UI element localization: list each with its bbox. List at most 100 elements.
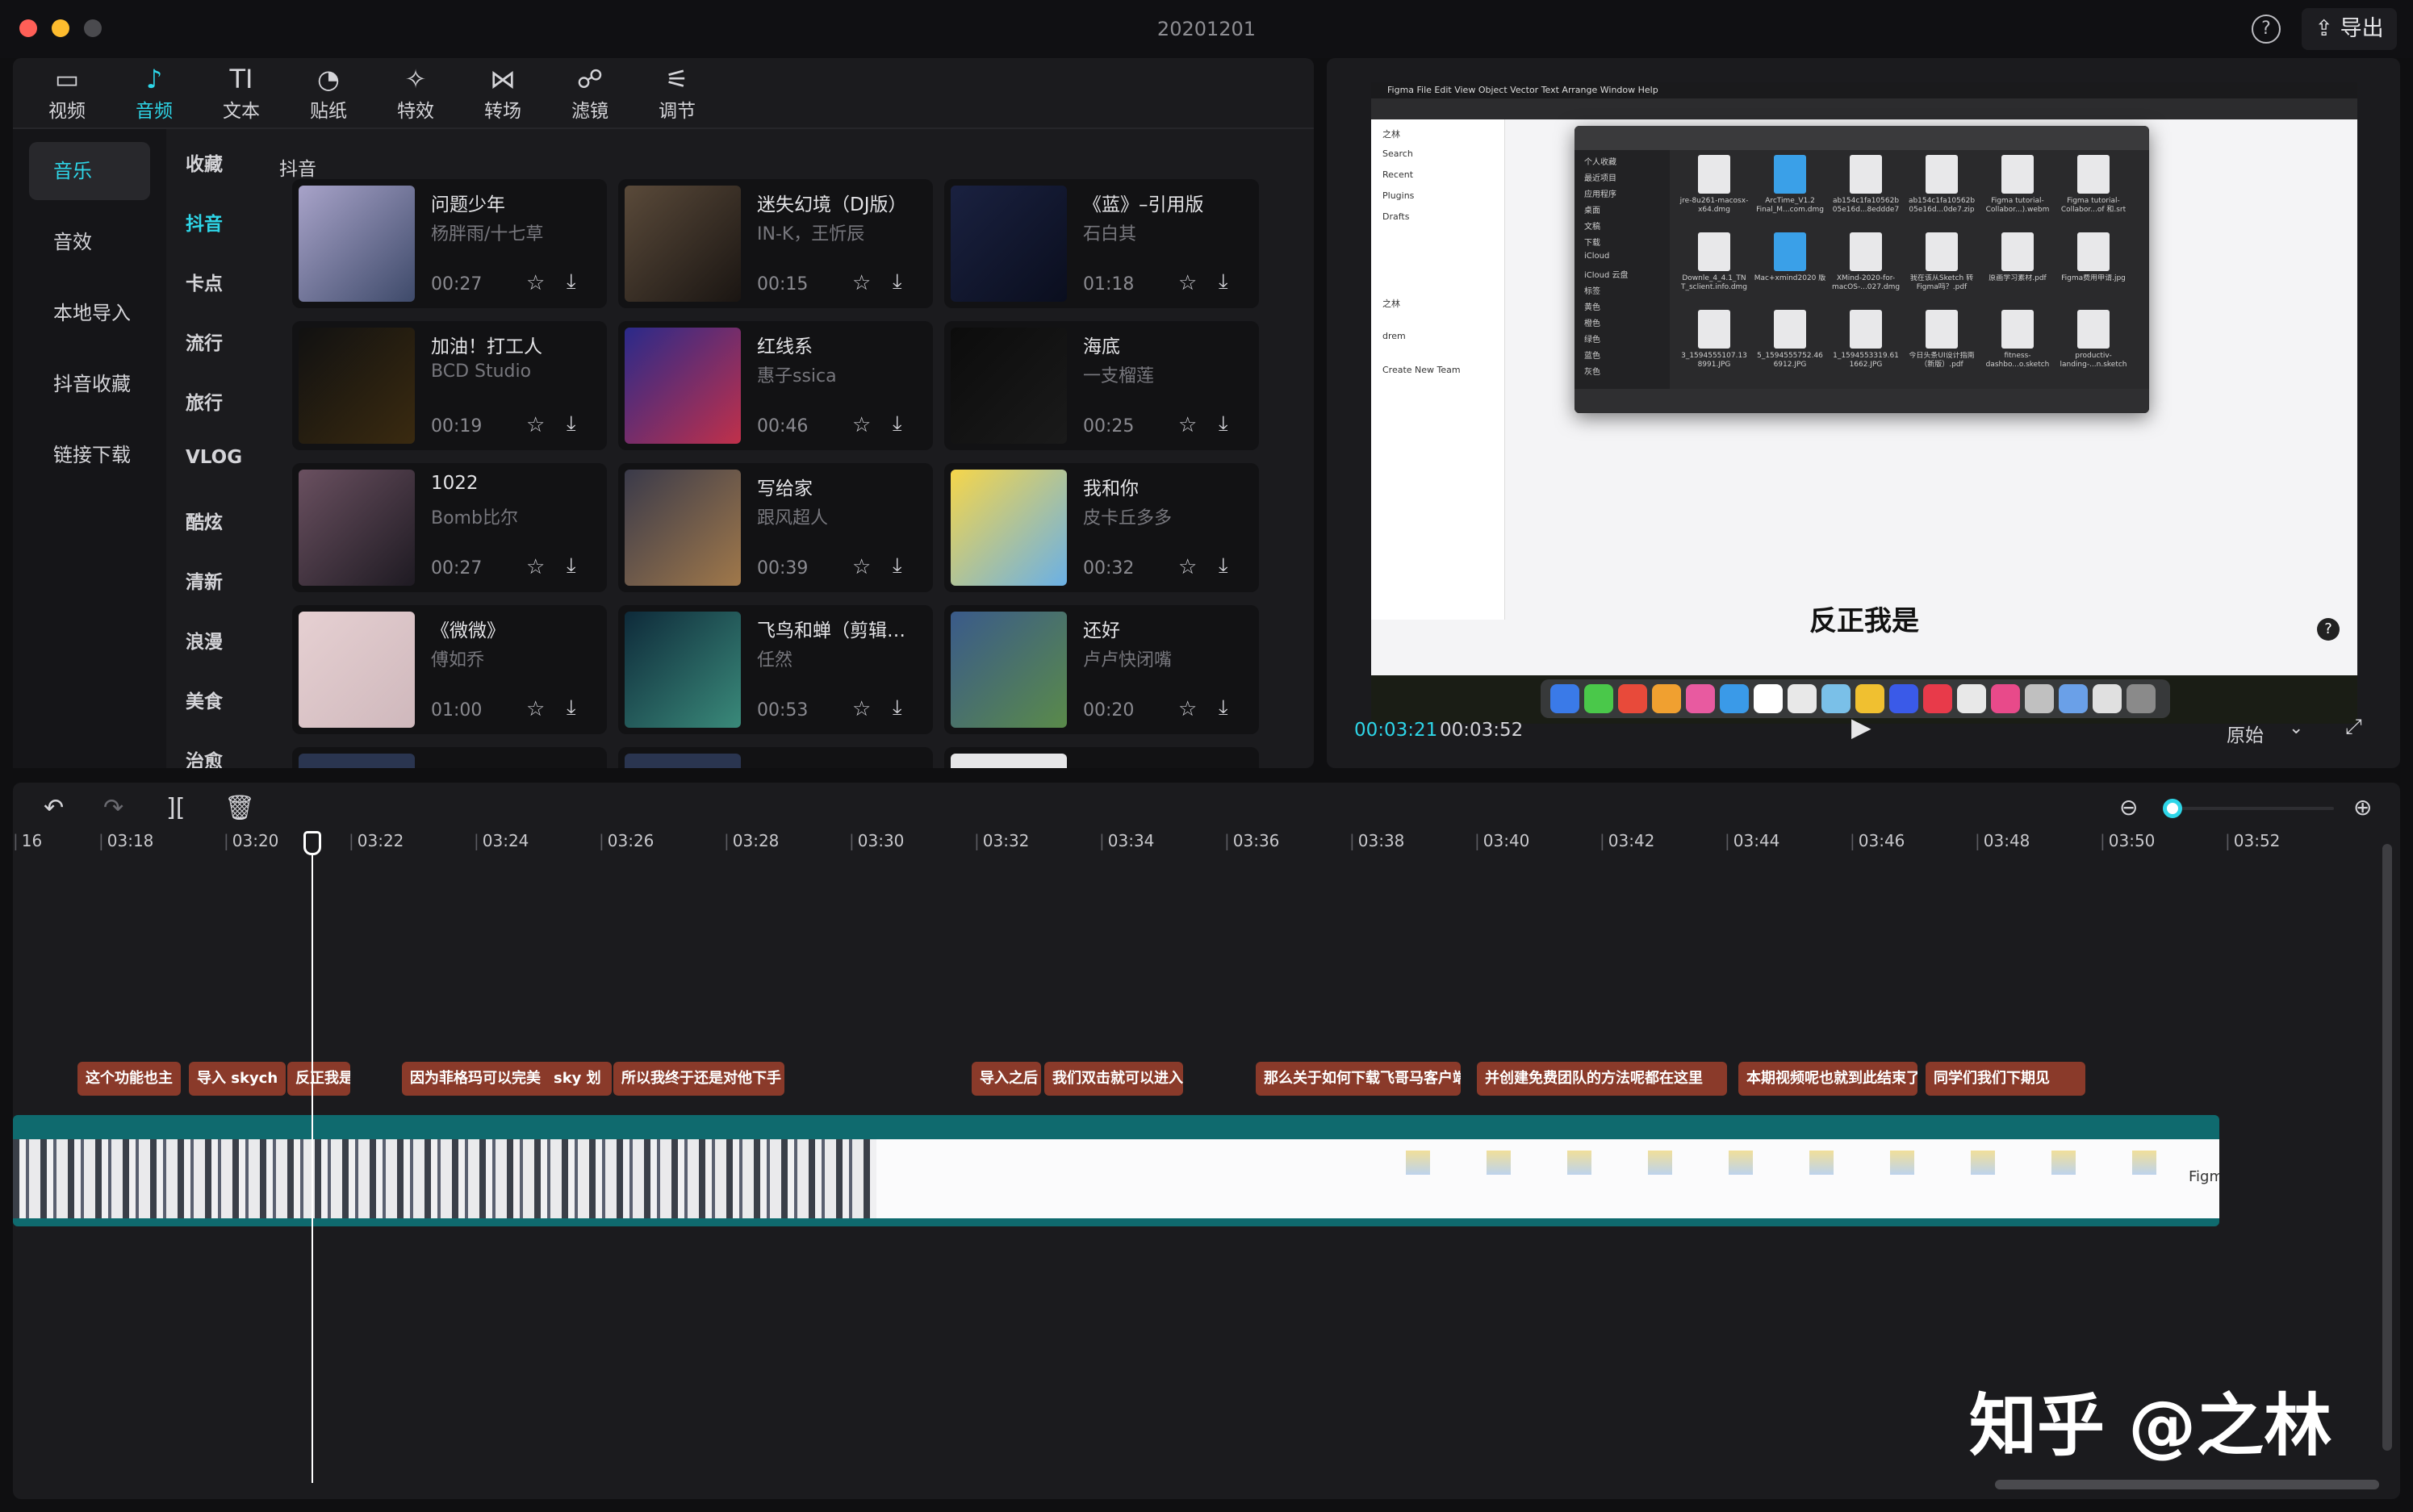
song-card[interactable]: 《微微》 傅如乔 01:00 ☆ ⤓ xyxy=(292,605,607,734)
download-icon[interactable]: ⤓ xyxy=(1219,553,1228,578)
subtitle-clip[interactable]: 并创建免费团队的方法呢都在这里 xyxy=(1477,1062,1727,1096)
download-icon[interactable]: ⤓ xyxy=(1219,411,1228,436)
zoom-in-icon[interactable]: ⊕ xyxy=(2353,794,2372,821)
song-card[interactable]: 迷失幻境（DJ版） IN-K，王忻辰 00:15 ☆ ⤓ xyxy=(618,179,933,308)
subtitle-clip[interactable]: 所以我终于还是对他下手 xyxy=(613,1062,784,1096)
category-item[interactable]: 流行 xyxy=(186,328,223,355)
download-icon[interactable]: ⤓ xyxy=(893,553,902,578)
horizontal-scrollbar[interactable] xyxy=(1995,1480,2379,1489)
subtitle-clip[interactable]: sky 划 xyxy=(546,1062,612,1096)
download-icon[interactable]: ⤓ xyxy=(567,269,576,294)
tab-text[interactable]: TI 文本 xyxy=(205,65,278,123)
nav-item[interactable]: 本地导入 xyxy=(29,284,150,342)
export-button[interactable]: ⇪ 导出 xyxy=(2302,8,2397,50)
song-card[interactable]: 我和你 皮卡丘多多 00:32 ☆ ⤓ xyxy=(944,463,1259,592)
time-ruler[interactable]: 16 03:18 03:20 03:22 03:24 03:26 03:28 03:30 03:… xyxy=(13,831,2386,863)
download-icon[interactable]: ⤓ xyxy=(893,269,902,294)
category-item[interactable]: 抖音 xyxy=(186,208,223,236)
star-icon[interactable]: ☆ xyxy=(852,413,871,437)
subtitle-clip[interactable]: 我们双击就可以进入 xyxy=(1044,1062,1183,1096)
song-card[interactable]: 飞鸟和蝉（剪辑… 任然 00:53 ☆ ⤓ xyxy=(618,605,933,734)
download-icon[interactable]: ⤓ xyxy=(567,553,576,578)
star-icon[interactable]: ☆ xyxy=(526,271,545,295)
play-icon[interactable]: ▶ xyxy=(1851,712,1871,742)
finder-file: 1_1594553319.61 1662.JPG xyxy=(1830,308,1902,381)
download-icon[interactable]: ⤓ xyxy=(893,695,902,720)
zoom-slider[interactable] xyxy=(2166,807,2334,810)
tab-adjust[interactable]: ⚟ 调节 xyxy=(641,65,713,123)
nav-item[interactable]: 音乐 xyxy=(29,142,150,200)
subtitle-clip[interactable]: 同学们我们下期见 xyxy=(1926,1062,2085,1096)
tab-sparkle[interactable]: ✧ 特效 xyxy=(379,65,452,123)
playhead[interactable] xyxy=(312,833,313,1483)
subtitle-clip[interactable]: 本期视频呢也就到此结束了 xyxy=(1738,1062,1917,1096)
nav-item[interactable]: 链接下载 xyxy=(29,426,150,484)
chevron-down-icon[interactable]: ⌄ xyxy=(2289,718,2303,738)
video-clip[interactable]: Figm xyxy=(13,1115,2219,1226)
tab-transition[interactable]: ⋈ 转场 xyxy=(466,65,539,123)
category-item[interactable]: 美食 xyxy=(186,686,223,713)
category-item[interactable]: 清新 xyxy=(186,566,223,594)
tab-video[interactable]: ▭ 视频 xyxy=(31,65,103,123)
song-card[interactable]: 1022 Bomb比尔 00:27 ☆ ⤓ xyxy=(292,463,607,592)
download-icon[interactable]: ⤓ xyxy=(1219,269,1228,294)
subtitle-clip[interactable]: 反正我是 xyxy=(287,1062,350,1096)
aspect-ratio-select[interactable]: 原始 xyxy=(2227,720,2264,747)
fullscreen-icon[interactable]: ⤢ xyxy=(2345,715,2362,740)
song-card[interactable]: 写给家 跟风超人 00:39 ☆ ⤓ xyxy=(618,463,933,592)
subtitle-clip[interactable]: 那么关于如何下载飞哥马客户端 xyxy=(1256,1062,1461,1096)
song-card[interactable] xyxy=(618,747,933,768)
song-card[interactable]: 问题少年 杨胖雨/十七草 00:27 ☆ ⤓ xyxy=(292,179,607,308)
song-card[interactable] xyxy=(944,747,1259,768)
star-icon[interactable]: ☆ xyxy=(852,697,871,721)
tab-sticker[interactable]: ◔ 贴纸 xyxy=(292,65,365,123)
song-card[interactable]: 《蓝》–引用版 石白其 01:18 ☆ ⤓ xyxy=(944,179,1259,308)
category-item[interactable]: 浪漫 xyxy=(186,626,223,654)
star-icon[interactable]: ☆ xyxy=(526,413,545,437)
category-item[interactable]: 旅行 xyxy=(186,387,223,415)
split-icon[interactable]: ][ xyxy=(166,794,185,822)
star-icon[interactable]: ☆ xyxy=(1178,271,1197,295)
star-icon[interactable]: ☆ xyxy=(1178,697,1197,721)
download-icon[interactable]: ⤓ xyxy=(893,411,902,436)
download-icon[interactable]: ⤓ xyxy=(567,695,576,720)
song-card[interactable]: 还好 卢卢快闭嘴 00:20 ☆ ⤓ xyxy=(944,605,1259,734)
star-icon[interactable]: ☆ xyxy=(526,555,545,579)
category-item[interactable]: VLOG xyxy=(186,447,242,468)
undo-icon[interactable]: ↶ xyxy=(44,794,64,822)
star-icon[interactable]: ☆ xyxy=(1178,413,1197,437)
star-icon[interactable]: ☆ xyxy=(526,697,545,721)
tab-music-note[interactable]: ♪ 音频 xyxy=(118,65,190,123)
song-title: 1022 xyxy=(431,473,479,494)
star-icon[interactable]: ☆ xyxy=(852,271,871,295)
delete-icon[interactable]: 🗑 xyxy=(224,794,255,822)
nav-item[interactable]: 音效 xyxy=(29,213,150,271)
subtitle-clip[interactable]: 导入 skych xyxy=(189,1062,286,1096)
category-item[interactable]: 治愈 xyxy=(186,746,223,768)
zoom-slider-knob[interactable] xyxy=(2163,799,2182,818)
subtitle-clip[interactable]: 因为菲格玛可以完美 xyxy=(402,1062,557,1096)
tab-filter[interactable]: ☍ 滤镜 xyxy=(554,65,626,123)
vertical-scrollbar[interactable] xyxy=(2382,844,2392,1451)
subtitle-clip[interactable]: 导入之后 xyxy=(972,1062,1041,1096)
help-icon[interactable]: ? xyxy=(2252,15,2281,44)
category-item[interactable]: 收藏 xyxy=(186,148,223,176)
song-card[interactable] xyxy=(292,747,607,768)
category-item[interactable]: 卡点 xyxy=(186,268,223,295)
download-icon[interactable]: ⤓ xyxy=(1219,695,1228,720)
category-item[interactable]: 酷炫 xyxy=(186,507,223,534)
download-icon[interactable]: ⤓ xyxy=(567,411,576,436)
playhead-handle[interactable] xyxy=(303,831,321,855)
song-card[interactable]: 海底 一支榴莲 00:25 ☆ ⤓ xyxy=(944,321,1259,450)
song-card[interactable]: 红线系 惠子ssica 00:46 ☆ ⤓ xyxy=(618,321,933,450)
song-card[interactable]: 加油！打工人 BCD Studio 00:19 ☆ ⤓ xyxy=(292,321,607,450)
star-icon[interactable]: ☆ xyxy=(852,555,871,579)
file-name: fitness-dashbo...o.sketch xyxy=(1985,352,2050,369)
preview-screen[interactable]: Figma File Edit View Object Vector Text … xyxy=(1371,82,2357,675)
zoom-out-icon[interactable]: ⊖ xyxy=(2119,794,2138,821)
nav-item[interactable]: 抖音收藏 xyxy=(29,355,150,413)
subtitle-clip[interactable]: 这个功能也主 xyxy=(77,1062,181,1096)
redo-icon[interactable]: ↷ xyxy=(103,794,123,822)
star-icon[interactable]: ☆ xyxy=(1178,555,1197,579)
time-tick: 03:46 xyxy=(1850,831,1905,850)
